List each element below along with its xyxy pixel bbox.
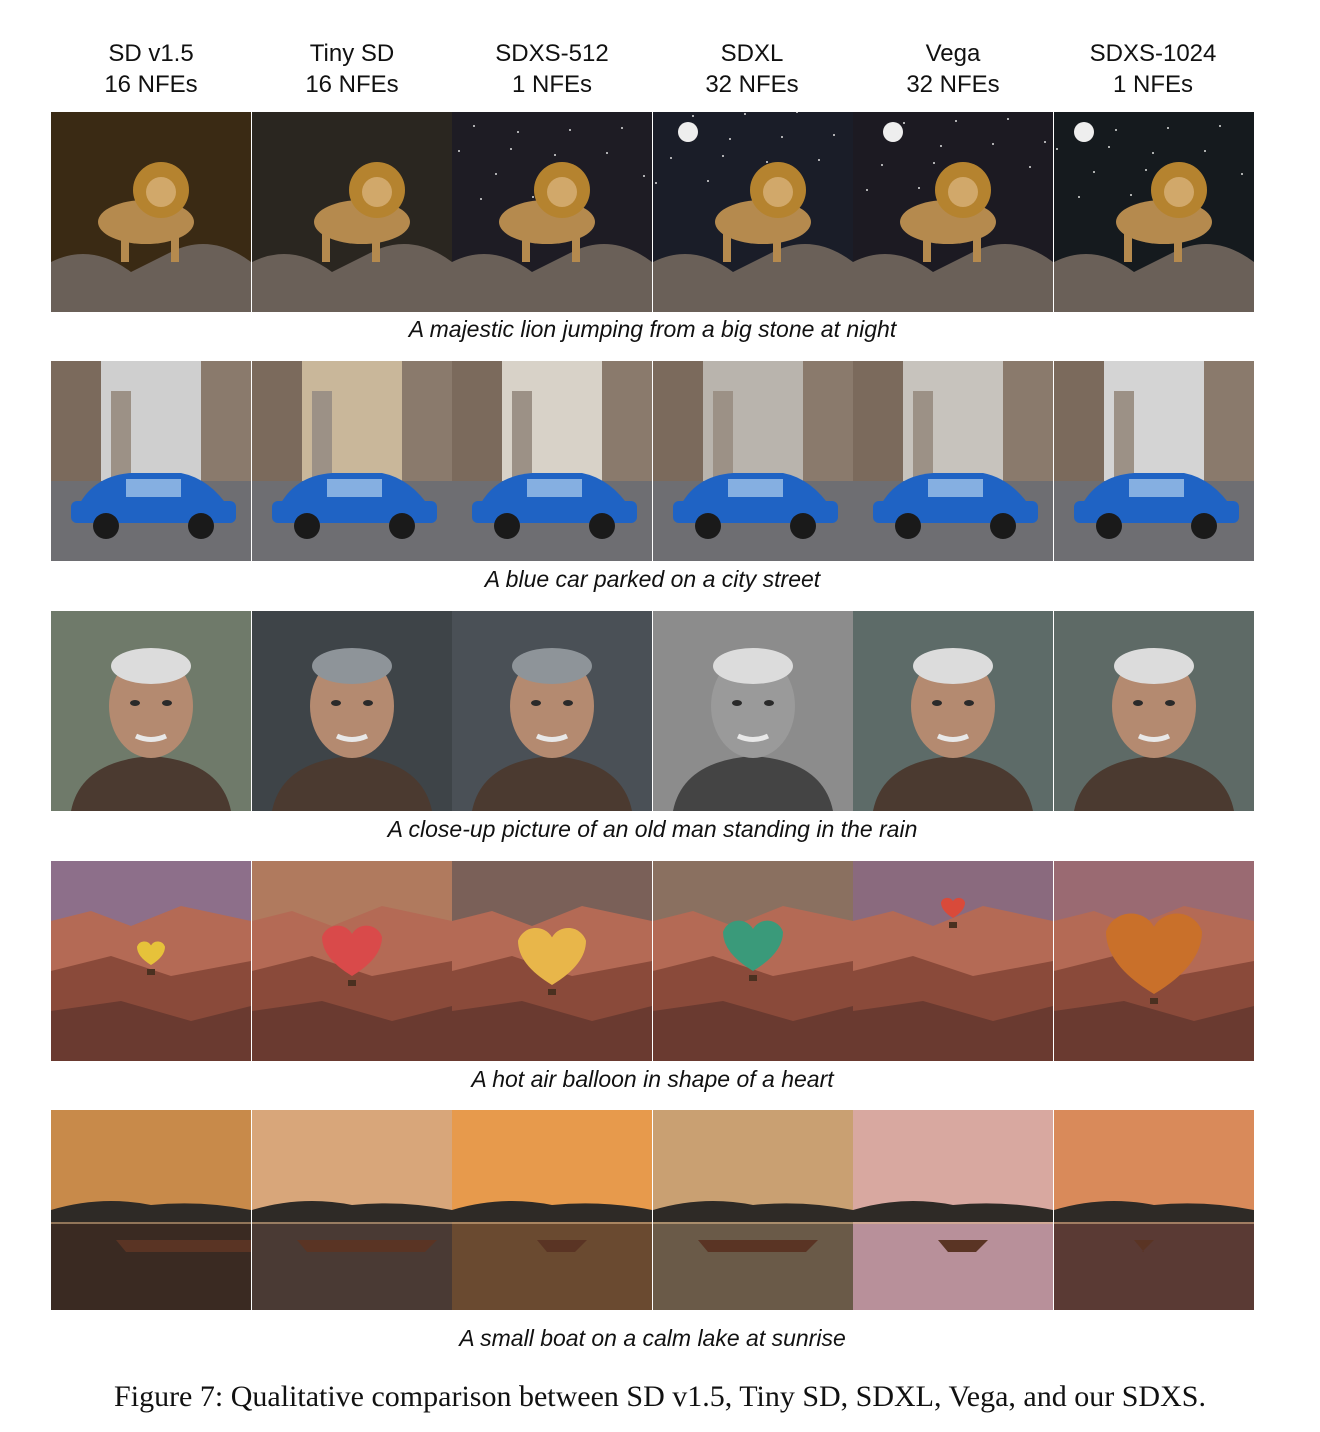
generated-image-old-man	[452, 611, 653, 811]
old-man-illustration	[452, 611, 653, 811]
old-man-illustration	[853, 611, 1054, 811]
boat-illustration	[51, 1110, 251, 1310]
column-header: SDXL 32 NFEs	[652, 38, 852, 100]
generated-image-lion	[652, 112, 853, 312]
generated-image-balloon	[51, 861, 251, 1061]
car-illustration	[853, 361, 1054, 561]
generated-image-old-man	[652, 611, 853, 811]
generated-image-balloon	[251, 861, 452, 1061]
generated-image-car	[452, 361, 653, 561]
generated-image-lion	[452, 112, 653, 312]
model-steps: 32 NFEs	[705, 71, 799, 98]
model-name: Vega	[925, 40, 981, 67]
balloon-illustration	[251, 861, 452, 1061]
image-row-old-man	[51, 611, 1254, 811]
generated-image-boat	[452, 1110, 653, 1310]
old-man-illustration	[652, 611, 853, 811]
generated-image-old-man	[1053, 611, 1254, 811]
generated-image-balloon	[1053, 861, 1254, 1061]
column-header: SDXS-1024 1 NFEs	[1053, 38, 1253, 100]
lion-illustration	[853, 112, 1054, 312]
generated-image-old-man	[853, 611, 1054, 811]
model-name: SDXL	[720, 40, 784, 67]
boat-illustration	[251, 1110, 452, 1310]
generated-image-balloon	[853, 861, 1054, 1061]
image-row-balloon	[51, 861, 1254, 1061]
prompt-caption: A small boat on a calm lake at sunrise	[459, 1325, 846, 1351]
balloon-illustration	[1053, 861, 1254, 1061]
boat-illustration	[652, 1110, 853, 1310]
old-man-illustration	[51, 611, 251, 811]
model-name: Tiny SD	[309, 40, 395, 67]
generated-image-lion	[1053, 112, 1254, 312]
generated-image-boat	[652, 1110, 853, 1310]
car-illustration	[1053, 361, 1254, 561]
lion-illustration	[251, 112, 452, 312]
generated-image-boat	[853, 1110, 1054, 1310]
lion-illustration	[452, 112, 653, 312]
prompt-caption: A majestic lion jumping from a big stone…	[408, 316, 897, 342]
generated-image-boat	[251, 1110, 452, 1310]
generated-image-balloon	[652, 861, 853, 1061]
boat-illustration	[853, 1110, 1054, 1310]
prompt-caption: A blue car parked on a city street	[484, 566, 821, 592]
old-man-illustration	[251, 611, 452, 811]
generated-image-balloon	[452, 861, 653, 1061]
generated-image-car	[853, 361, 1054, 561]
generated-image-old-man	[51, 611, 251, 811]
balloon-illustration	[853, 861, 1054, 1061]
lion-illustration	[1053, 112, 1254, 312]
image-row-boat	[51, 1110, 1254, 1310]
car-illustration	[452, 361, 653, 561]
model-steps: 32 NFEs	[906, 71, 1000, 98]
model-steps: 16 NFEs	[104, 71, 198, 98]
column-header: SDXS-512 1 NFEs	[452, 38, 652, 100]
model-name: SDXS-1024	[1089, 40, 1217, 67]
generated-image-lion	[853, 112, 1054, 312]
lion-illustration	[652, 112, 853, 312]
image-row-lion	[51, 112, 1254, 312]
balloon-illustration	[652, 861, 853, 1061]
generated-image-lion	[251, 112, 452, 312]
column-header: SD v1.5 16 NFEs	[51, 38, 251, 100]
generated-image-lion	[51, 112, 251, 312]
column-header: Tiny SD 16 NFEs	[252, 38, 452, 100]
prompt-caption: A close-up picture of an old man standin…	[387, 816, 918, 842]
model-steps: 1 NFEs	[1112, 71, 1193, 98]
car-illustration	[652, 361, 853, 561]
generated-image-old-man	[251, 611, 452, 811]
model-steps: 1 NFEs	[511, 71, 592, 98]
prompt-caption: A hot air balloon in shape of a heart	[471, 1066, 834, 1092]
model-name: SD v1.5	[108, 40, 194, 67]
generated-image-car	[1053, 361, 1254, 561]
generated-image-car	[251, 361, 452, 561]
car-illustration	[51, 361, 251, 561]
generated-image-car	[51, 361, 251, 561]
car-illustration	[251, 361, 452, 561]
balloon-illustration	[452, 861, 653, 1061]
balloon-illustration	[51, 861, 251, 1061]
boat-illustration	[1053, 1110, 1254, 1310]
generated-image-car	[652, 361, 853, 561]
lion-illustration	[51, 112, 251, 312]
generated-image-boat	[51, 1110, 251, 1310]
model-steps: 16 NFEs	[305, 71, 399, 98]
generated-image-boat	[1053, 1110, 1254, 1310]
figure-caption: Figure 7: Qualitative comparison between…	[114, 1380, 1206, 1413]
model-name: SDXS-512	[495, 40, 609, 67]
column-header: Vega 32 NFEs	[853, 38, 1053, 100]
boat-illustration	[452, 1110, 653, 1310]
old-man-illustration	[1053, 611, 1254, 811]
image-row-car	[51, 361, 1254, 561]
